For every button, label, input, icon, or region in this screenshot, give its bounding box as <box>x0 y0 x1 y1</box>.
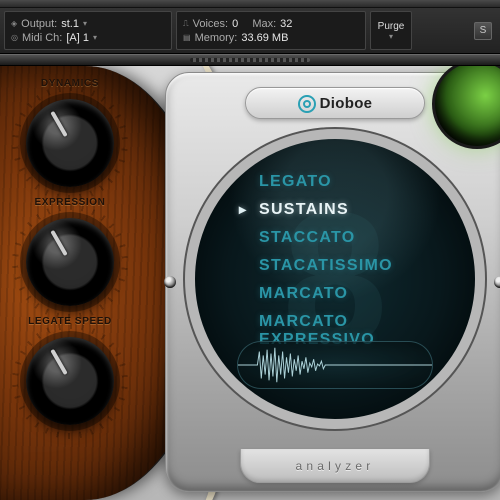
voices-icon: ⎍ <box>183 19 189 29</box>
drag-handle[interactable] <box>0 54 500 66</box>
dropdown-icon: ▾ <box>389 32 393 41</box>
output-value: st.1 <box>61 18 79 30</box>
articulation-stacatissimo[interactable]: STACATISSIMO <box>259 257 435 275</box>
instrument-body: DYNAMICS EXPRESSION LEGATE SPEED Dioboe … <box>0 66 500 500</box>
output-icon: ◈ <box>11 19 17 28</box>
logo-8-icon <box>298 95 316 113</box>
expression-knob[interactable] <box>26 218 114 306</box>
memory-value: 33.69 MB <box>241 32 288 44</box>
output-row[interactable]: ◈ Output: st.1 ▾ <box>5 17 171 31</box>
voices-value: 0 <box>232 18 238 30</box>
brand-text: Dioboe <box>320 95 373 112</box>
purge-label: Purge <box>378 21 405 32</box>
solo-button[interactable]: S <box>474 22 492 40</box>
midi-value: [A] 1 <box>66 32 89 44</box>
voices-memory-panel: ⎍ Voices: 0 Max: 32 ▤ Memory: 33.69 MB <box>176 11 366 50</box>
app-header-strip <box>0 0 500 8</box>
max-label: Max: <box>252 18 276 30</box>
display-porthole: 8 LEGATO SUSTAINS STACCATO STACATISSIMO … <box>185 129 485 429</box>
midi-row[interactable]: ◎ Midi Ch: [A] 1 ▾ <box>5 31 171 45</box>
articulation-list: LEGATO SUSTAINS STACCATO STACATISSIMO MA… <box>259 173 435 349</box>
output-midi-panel: ◈ Output: st.1 ▾ ◎ Midi Ch: [A] 1 ▾ <box>4 11 172 50</box>
articulation-marcato[interactable]: MARCATO <box>259 285 435 303</box>
voices-label: Voices: <box>193 18 228 30</box>
legate-speed-knob[interactable] <box>26 337 114 425</box>
output-label: Output: <box>21 18 57 30</box>
waveform-analyzer <box>237 341 433 389</box>
memory-icon: ▤ <box>183 33 191 42</box>
power-light <box>432 66 500 149</box>
knob-column: DYNAMICS EXPRESSION LEGATE SPEED <box>0 78 140 425</box>
dropdown-icon: ▾ <box>93 33 97 42</box>
memory-row: ▤ Memory: 33.69 MB <box>177 31 365 45</box>
brand-badge: Dioboe <box>245 87 425 119</box>
articulation-legato[interactable]: LEGATO <box>259 173 435 191</box>
memory-label: Memory: <box>195 32 238 44</box>
dropdown-icon: ▾ <box>83 19 87 28</box>
articulation-staccato[interactable]: STACCATO <box>259 229 435 247</box>
purge-panel[interactable]: Purge ▾ <box>370 11 412 50</box>
articulation-sustains[interactable]: SUSTAINS <box>259 201 435 219</box>
max-value[interactable]: 32 <box>280 18 292 30</box>
dynamics-knob[interactable] <box>26 99 114 187</box>
midi-label: Midi Ch: <box>22 32 62 44</box>
voices-row: ⎍ Voices: 0 Max: 32 <box>177 17 365 31</box>
instrument-info-bar: ◈ Output: st.1 ▾ ◎ Midi Ch: [A] 1 ▾ ⎍ Vo… <box>0 8 500 54</box>
midi-icon: ◎ <box>11 33 18 42</box>
analyzer-label: analyzer <box>296 459 375 473</box>
silver-frame: Dioboe 8 LEGATO SUSTAINS STACCATO STACAT… <box>165 72 500 492</box>
